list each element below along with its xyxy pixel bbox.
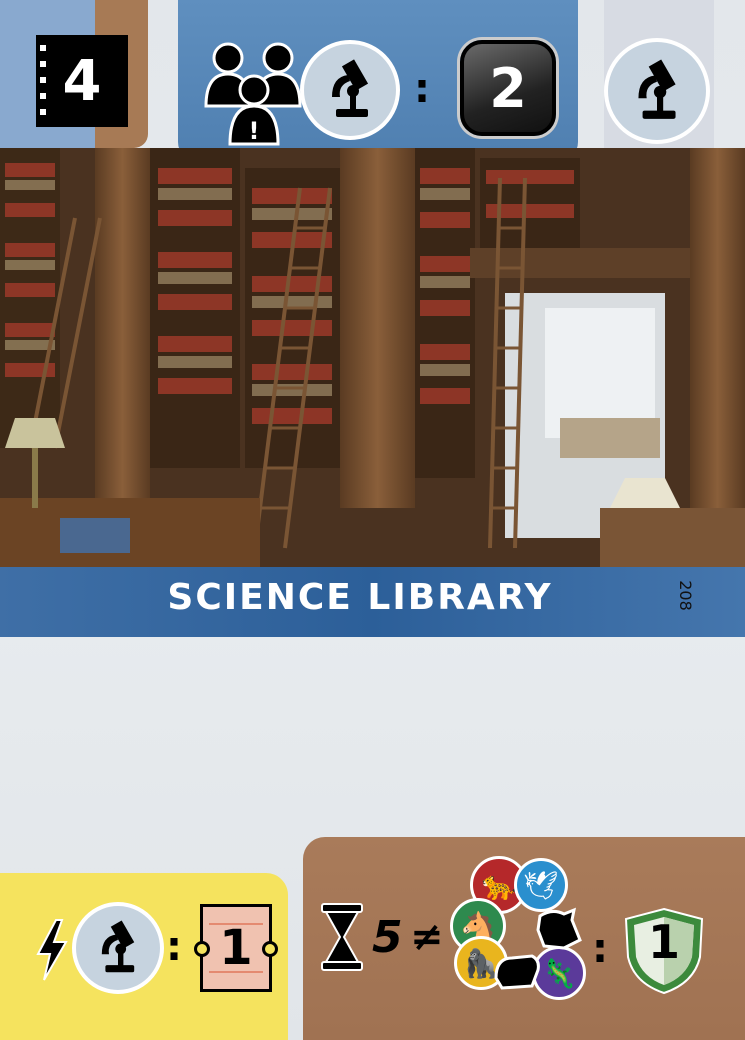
svg-text:!: ! <box>249 117 260 145</box>
library-photo <box>0 148 745 568</box>
cost-badge: 4 <box>36 35 128 127</box>
science-icon <box>604 38 710 144</box>
goat-icon <box>536 907 582 950</box>
requirement-colon: : <box>414 66 430 112</box>
card-title: SCIENCE LIBRARY <box>167 577 553 618</box>
effect-reward-value: 1 <box>219 920 253 976</box>
requirement-value-badge: 2 <box>460 40 556 136</box>
card: 4 ! : 2 SCIENCE LIBRARY 208: 1 5 ≠ 🐆 🕊 … <box>0 0 745 1040</box>
title-bar: SCIENCE LIBRARY <box>0 567 745 637</box>
bear-icon <box>494 954 540 990</box>
hourglass-icon <box>321 903 363 971</box>
endgame-count: 5 <box>372 912 403 963</box>
science-icon <box>300 40 400 140</box>
not-equal-symbol: ≠ <box>410 914 444 960</box>
bird-icon: 🕊 <box>514 858 568 912</box>
ticket-icon: 1 <box>194 904 278 992</box>
cost-value: 4 <box>62 48 102 114</box>
card-number: 208 <box>675 580 695 611</box>
partners-icon: ! <box>204 42 302 146</box>
endgame-colon: : <box>592 926 608 972</box>
science-icon <box>72 902 164 994</box>
lightning-icon <box>36 919 68 981</box>
effect-colon: : <box>166 924 182 970</box>
endgame-reward-value: 1 <box>647 915 680 969</box>
